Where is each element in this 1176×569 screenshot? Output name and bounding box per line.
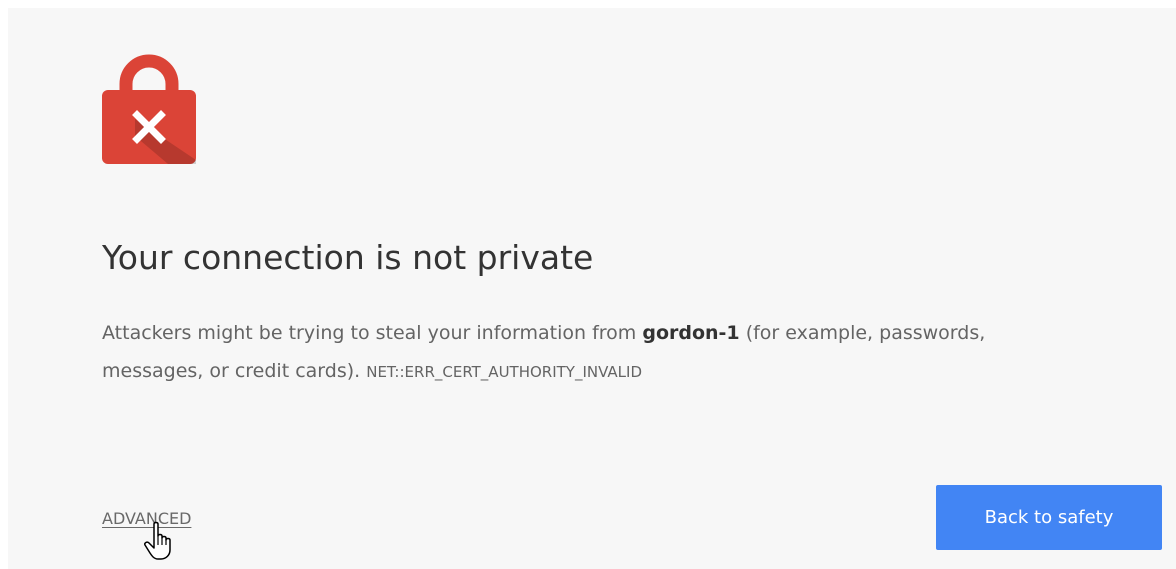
back-to-safety-button[interactable]: Back to safety — [936, 485, 1162, 550]
message-prefix: Attackers might be trying to steal your … — [102, 322, 643, 344]
error-message: Attackers might be trying to steal your … — [102, 314, 1082, 391]
error-code: NET::ERR_CERT_AUTHORITY_INVALID — [366, 363, 643, 381]
hand-pointer-cursor-icon — [144, 521, 171, 560]
lock-error-icon — [102, 54, 196, 164]
page-title: Your connection is not private — [102, 238, 594, 277]
ssl-interstitial-page: Your connection is not private Attackers… — [8, 8, 1176, 569]
host-name: gordon-1 — [642, 322, 740, 344]
